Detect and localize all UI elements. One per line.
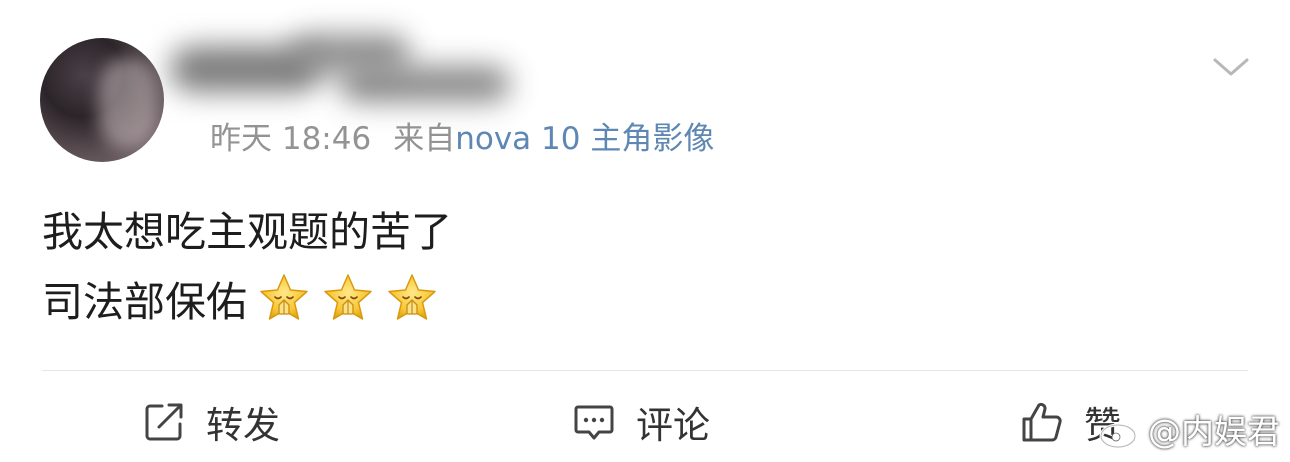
divider: [42, 370, 1248, 371]
avatar[interactable]: [40, 38, 164, 162]
post-meta: 昨天 18:46 来自nova 10 主角影像: [210, 118, 714, 160]
post-time: 昨天 18:46: [210, 121, 372, 157]
repost-button[interactable]: 转发: [142, 396, 280, 448]
source-link[interactable]: nova 10 主角影像: [455, 121, 714, 157]
username-redacted: [150, 30, 520, 120]
pray-star-emoji: [260, 274, 308, 320]
post-text-line-2: 司法部保佑: [42, 272, 439, 330]
post-text-line-1: 我太想吃主观题的苦了: [42, 208, 452, 256]
repost-label: 转发: [206, 404, 280, 447]
watermark: @内娱君: [1098, 412, 1280, 452]
source-prefix: 来自: [393, 121, 456, 157]
pray-star-emoji: [388, 274, 436, 320]
comment-icon: [574, 405, 614, 440]
post-text-line-2-text: 司法部保佑: [42, 278, 247, 326]
thumbs-up-icon: [1022, 402, 1062, 442]
chevron-down-icon[interactable]: [1212, 52, 1250, 82]
share-icon: [145, 403, 183, 441]
comment-label: 评论: [636, 404, 710, 447]
watermark-text: @内娱君: [1148, 412, 1280, 451]
comment-button[interactable]: 评论: [572, 396, 710, 448]
pray-star-emoji: [324, 274, 372, 320]
weibo-logo: [1099, 417, 1141, 449]
